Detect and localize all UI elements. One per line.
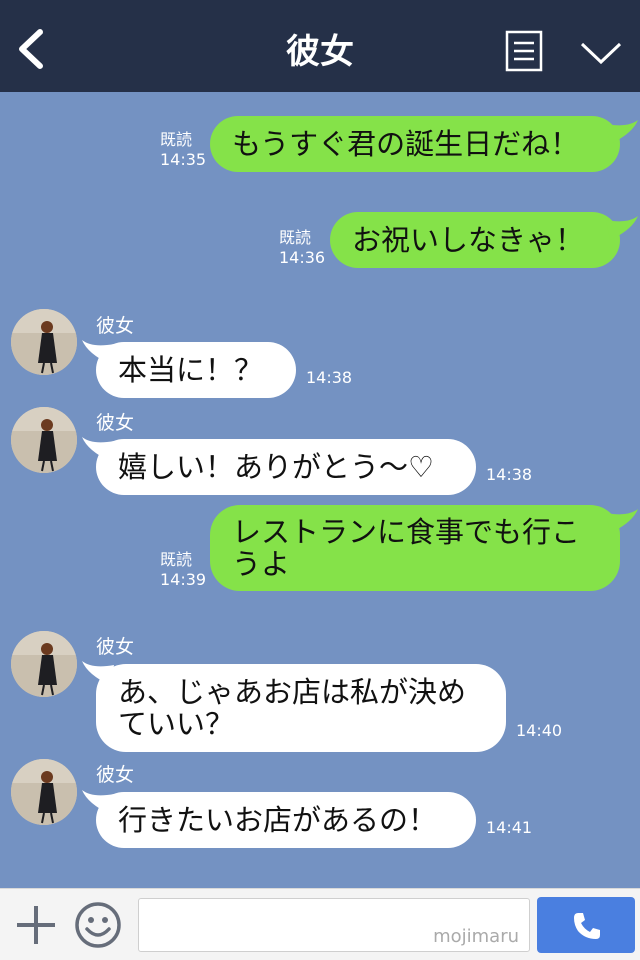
message-text: もうすぐ君の誕生日だね！ bbox=[232, 127, 580, 161]
watermark: mojimaru bbox=[433, 926, 519, 947]
contact-avatar[interactable] bbox=[11, 759, 77, 825]
call-button[interactable] bbox=[537, 897, 635, 953]
message-time: 14:38 bbox=[306, 368, 353, 387]
chat-header: 彼女 bbox=[0, 0, 640, 92]
phone-icon bbox=[574, 913, 600, 939]
plus-icon[interactable] bbox=[14, 903, 58, 947]
message-bubble[interactable]: もうすぐ君の誕生日だね！ bbox=[210, 116, 620, 172]
message-time: 14:36 bbox=[279, 248, 326, 267]
message-text: 本当に！？ bbox=[118, 353, 264, 387]
read-receipt: 既読 bbox=[160, 130, 193, 149]
emoji-icon[interactable] bbox=[74, 901, 122, 949]
read-receipt: 既読 bbox=[279, 228, 312, 247]
message-bubble[interactable]: 嬉しい！ありがとう～♡ bbox=[96, 439, 476, 495]
sender-name: 彼女 bbox=[96, 764, 135, 786]
message-bubble[interactable]: 行きたいお店があるの！ bbox=[96, 792, 476, 848]
message-time: 14:35 bbox=[160, 150, 207, 169]
sender-name: 彼女 bbox=[96, 412, 135, 434]
input-bar: mojimaru bbox=[0, 888, 640, 960]
menu-icon[interactable] bbox=[505, 30, 543, 72]
sender-name: 彼女 bbox=[96, 636, 135, 658]
contact-avatar[interactable] bbox=[11, 631, 77, 697]
message-text: お祝いしなきゃ！ bbox=[352, 223, 585, 257]
person-photo-icon bbox=[11, 309, 77, 375]
person-photo-icon bbox=[11, 407, 77, 473]
message-text-line: レストランに食事でも行こ bbox=[232, 515, 581, 549]
chevron-down-icon[interactable] bbox=[578, 36, 624, 68]
message-text: 行きたいお店があるの！ bbox=[118, 803, 438, 837]
message-time: 14:41 bbox=[486, 818, 533, 837]
read-receipt: 既読 bbox=[160, 550, 193, 569]
message-text: 嬉しい！ありがとう～♡ bbox=[118, 450, 434, 484]
contact-avatar[interactable] bbox=[11, 407, 77, 473]
bubble-tail bbox=[606, 120, 638, 144]
message-bubble[interactable]: お祝いしなきゃ！ bbox=[330, 212, 620, 268]
message-text-line: うよ bbox=[232, 547, 291, 581]
message-time: 14:39 bbox=[160, 570, 207, 589]
bubble-tail bbox=[606, 216, 638, 240]
bubble-tail bbox=[606, 509, 638, 533]
message-text-line: あ、じゃあお店は私が決め bbox=[118, 675, 467, 709]
sender-name: 彼女 bbox=[96, 315, 135, 337]
message-bubble[interactable]: あ、じゃあお店は私が決め ていい？ bbox=[96, 664, 506, 752]
person-photo-icon bbox=[11, 759, 77, 825]
message-time: 14:38 bbox=[486, 465, 533, 484]
message-time: 14:40 bbox=[516, 721, 563, 740]
message-input[interactable]: mojimaru bbox=[138, 898, 530, 952]
chat-title: 彼女 bbox=[286, 32, 354, 72]
person-photo-icon bbox=[11, 631, 77, 697]
message-bubble[interactable]: レストランに食事でも行こ うよ bbox=[210, 505, 620, 591]
message-text-line: ていい？ bbox=[118, 707, 235, 741]
message-bubble[interactable]: 本当に！？ bbox=[96, 342, 296, 398]
contact-avatar[interactable] bbox=[11, 309, 77, 375]
